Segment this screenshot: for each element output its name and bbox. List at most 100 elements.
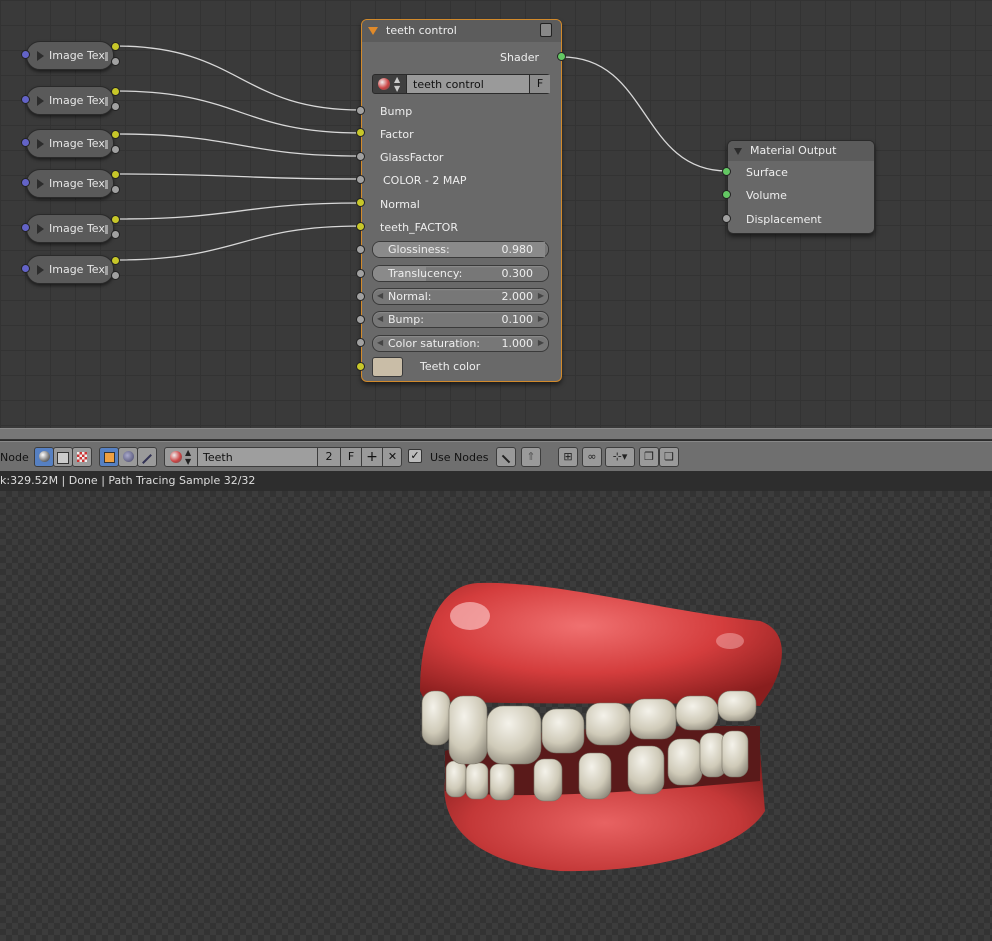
node-group-datablock[interactable]: ▲ ▼ teeth control F: [372, 74, 550, 94]
decrement-arrow-icon[interactable]: ◀: [377, 291, 383, 300]
parent-node-tree-button[interactable]: ⇑: [521, 447, 541, 467]
auto-offset-button[interactable]: ∞: [582, 447, 602, 467]
color-output-socket[interactable]: [111, 42, 120, 51]
shader-output-socket[interactable]: [557, 52, 566, 61]
input-socket[interactable]: [21, 50, 30, 59]
browse-arrows-icon[interactable]: ▲ ▼: [394, 75, 400, 93]
image-texture-node[interactable]: Image Tex |||: [26, 41, 114, 70]
bump-strength-input-socket[interactable]: [356, 315, 365, 324]
surface-input-socket[interactable]: [722, 167, 731, 176]
node-menu[interactable]: Node: [0, 451, 29, 464]
image-texture-node[interactable]: Image Tex |||: [26, 86, 114, 115]
teeth-color-input-socket[interactable]: [356, 362, 365, 371]
node-header[interactable]: teeth control: [362, 20, 561, 42]
new-material-button[interactable]: +: [361, 448, 382, 466]
displacement-input-label: Displacement: [746, 213, 822, 226]
node-editor-header: Node ▲ ▼ Teeth 2 F + ✕ ✓ Use Nodes ⇑ ⊞ ∞…: [0, 441, 992, 471]
image-texture-node[interactable]: Image Tex |||: [26, 214, 114, 243]
alpha-output-socket[interactable]: [111, 185, 120, 194]
decrement-arrow-icon[interactable]: ◀: [377, 314, 383, 323]
input-teeth-factor-label: teeth_FACTOR: [380, 221, 458, 234]
alpha-output-socket[interactable]: [111, 145, 120, 154]
input-socket[interactable]: [21, 95, 30, 104]
input-socket[interactable]: [21, 264, 30, 273]
alpha-output-socket[interactable]: [111, 271, 120, 280]
factor-input-socket[interactable]: [356, 128, 365, 137]
collapse-triangle-icon[interactable]: [37, 51, 44, 61]
translucency-slider[interactable]: Translucency: 0.300: [372, 265, 549, 282]
area-splitter[interactable]: [0, 428, 992, 440]
teeth-color-swatch[interactable]: [372, 357, 403, 377]
image-texture-node[interactable]: Image Tex |||: [26, 255, 114, 284]
bump-number-field[interactable]: ◀ Bump: 0.100 ▶: [372, 311, 549, 328]
unlink-material-button[interactable]: ✕: [382, 448, 402, 466]
material-output-node[interactable]: Material Output Surface Volume Displacem…: [727, 140, 875, 234]
collapse-triangle-icon[interactable]: [37, 96, 44, 106]
translucency-input-socket[interactable]: [356, 269, 365, 278]
node-header[interactable]: Material Output: [728, 141, 874, 161]
node-tree-type-button[interactable]: ⊞: [558, 447, 578, 467]
alpha-output-socket[interactable]: [111, 230, 120, 239]
browse-arrows-icon[interactable]: ▲ ▼: [185, 448, 191, 466]
normal-strength-input-socket[interactable]: [356, 292, 365, 301]
displacement-input-socket[interactable]: [722, 214, 731, 223]
collapse-triangle-icon[interactable]: [37, 139, 44, 149]
alpha-output-socket[interactable]: [111, 57, 120, 66]
paste-nodes-button[interactable]: ❏: [659, 447, 679, 467]
collapse-triangle-icon[interactable]: [37, 224, 44, 234]
collapse-triangle-icon[interactable]: [37, 179, 44, 189]
color-saturation-input-socket[interactable]: [356, 338, 365, 347]
rendered-viewport[interactable]: [0, 491, 992, 941]
increment-arrow-icon[interactable]: ▶: [538, 338, 544, 347]
image-texture-node[interactable]: Image Tex |||: [26, 129, 114, 158]
color-output-socket[interactable]: [111, 256, 120, 265]
copy-nodes-button[interactable]: ❐: [639, 447, 659, 467]
world-shader-button[interactable]: [118, 447, 138, 467]
glossiness-slider[interactable]: Glossiness: 0.980: [372, 241, 549, 258]
increment-arrow-icon[interactable]: ▶: [538, 314, 544, 323]
user-count[interactable]: 2: [317, 448, 340, 466]
compositing-nodes-button[interactable]: [53, 447, 73, 467]
material-datablock[interactable]: ▲ ▼ Teeth 2 F + ✕: [164, 447, 402, 467]
use-nodes-checkbox[interactable]: ✓: [408, 449, 422, 463]
collapse-triangle-icon[interactable]: [734, 148, 742, 155]
node-group-icon[interactable]: [540, 23, 552, 37]
input-socket[interactable]: [21, 178, 30, 187]
color-output-socket[interactable]: [111, 215, 120, 224]
snap-element-dropdown[interactable]: ⊹▾: [605, 447, 635, 467]
normal-input-socket[interactable]: [356, 198, 365, 207]
input-socket[interactable]: [21, 223, 30, 232]
color-output-socket[interactable]: [111, 170, 120, 179]
object-shader-button[interactable]: [99, 447, 119, 467]
snap-toggle-button[interactable]: [496, 447, 516, 467]
node-editor[interactable]: Image Tex ||| Image Tex ||| Image Tex ||…: [0, 0, 992, 428]
fake-user-button[interactable]: F: [529, 75, 550, 93]
color-output-socket[interactable]: [111, 130, 120, 139]
line-style-shader-button[interactable]: [137, 447, 157, 467]
image-texture-node[interactable]: Image Tex |||: [26, 169, 114, 198]
color-output-socket[interactable]: [111, 87, 120, 96]
decrement-arrow-icon[interactable]: ◀: [377, 338, 383, 347]
teeth-render-image: [420, 582, 782, 872]
material-ball-icon[interactable]: [170, 451, 182, 463]
glassfactor-input-socket[interactable]: [356, 152, 365, 161]
collapse-triangle-icon[interactable]: [368, 27, 378, 35]
volume-input-socket[interactable]: [722, 190, 731, 199]
input-socket[interactable]: [21, 138, 30, 147]
shader-nodes-button[interactable]: [34, 447, 54, 467]
bump-input-socket[interactable]: [356, 106, 365, 115]
node-title: Image Tex: [49, 263, 105, 276]
color-saturation-number-field[interactable]: ◀ Color saturation: 1.000 ▶: [372, 335, 549, 352]
normal-number-field[interactable]: ◀ Normal: 2.000 ▶: [372, 288, 549, 305]
teeth-factor-input-socket[interactable]: [356, 222, 365, 231]
collapse-triangle-icon[interactable]: [37, 265, 44, 275]
group-node-teeth-control[interactable]: teeth control Shader ▲ ▼ teeth control F …: [361, 19, 562, 382]
color-map-input-socket[interactable]: [356, 175, 365, 184]
fake-user-button[interactable]: F: [340, 448, 361, 466]
alpha-output-socket[interactable]: [111, 102, 120, 111]
glossiness-input-socket[interactable]: [356, 245, 365, 254]
increment-arrow-icon[interactable]: ▶: [538, 291, 544, 300]
texture-nodes-button[interactable]: [72, 447, 92, 467]
node-tree-icon[interactable]: [378, 78, 390, 90]
node-title: Image Tex: [49, 49, 105, 62]
